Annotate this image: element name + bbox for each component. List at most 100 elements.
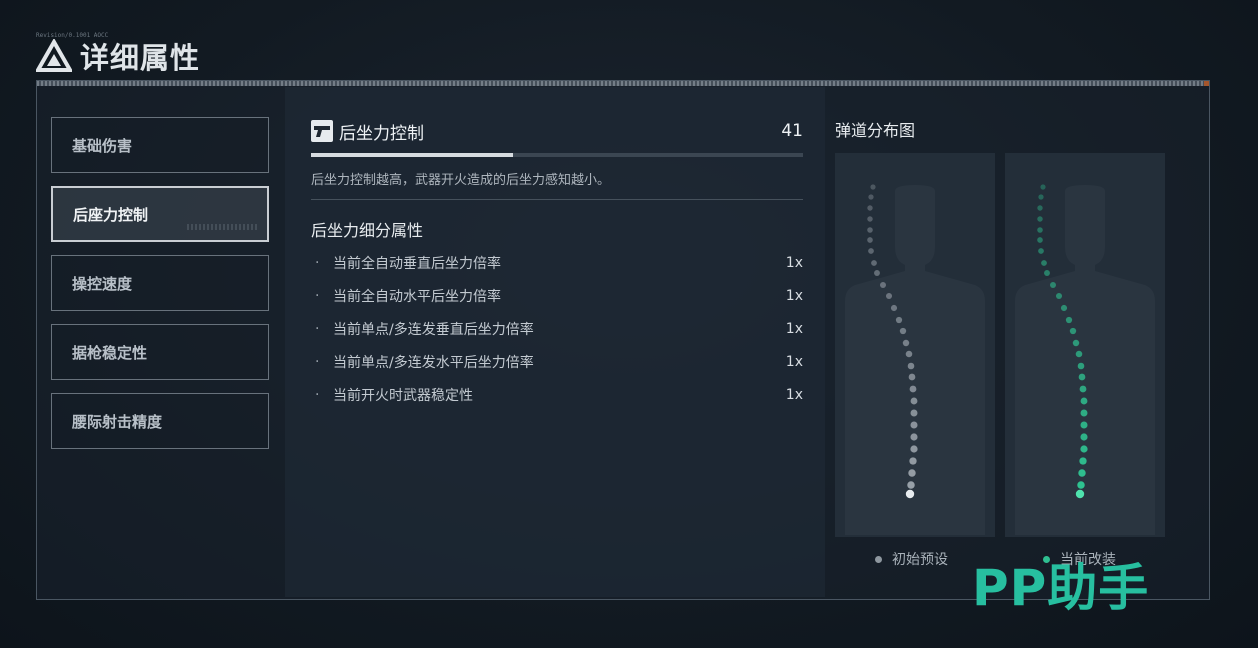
sidebar-item-recoil-control[interactable]: 后座力控制 [51,186,269,242]
impact-dot [1069,327,1077,335]
attribute-progress-bar [311,153,803,157]
sub-attribute-label: 当前全自动水平后坐力倍率 [333,289,501,305]
bullet: · [315,321,320,337]
impact-dot [910,409,918,417]
sub-attribute-row: · 当前单点/多连发垂直后坐力倍率 1x [315,319,803,339]
attribute-value: 41 [781,121,803,141]
impact-dot [910,445,918,453]
impact-dot [1040,184,1046,190]
impact-dot [867,227,873,233]
attribute-detail-panel: 后坐力控制 41 后坐力控制越高，武器开火造成的后坐力感知越小。 后坐力细分属性… [285,87,825,597]
sub-attribute-label: 当前单点/多连发垂直后坐力倍率 [333,322,534,338]
impact-dot [909,457,917,465]
impact-dot [1080,421,1088,429]
sub-attribute-value: 1x [785,387,803,403]
impact-dot [1060,304,1068,312]
impact-dot [1037,205,1043,211]
impact-dot [1080,433,1088,441]
impact-dot [1041,260,1047,266]
impact-dot [1037,227,1043,233]
sidebar-item-aim-stability[interactable]: 据枪稳定性 [51,324,269,380]
impact-dot [910,421,918,429]
impact-dot [909,385,917,393]
watermark-logo: PP助手 [972,559,1150,617]
impact-dot [867,237,873,243]
impact-dot-final [1075,489,1085,499]
impact-dot [1038,248,1044,254]
impact-dot [1079,457,1087,465]
impact-dot [1075,350,1083,358]
legend-default: 初始预设 [875,549,948,569]
sidebar-item-label: 后座力控制 [73,205,149,224]
impact-dot [885,292,893,300]
impact-dot [1080,409,1088,417]
pistol-icon [311,120,333,142]
impact-dot [1079,385,1087,393]
header-tiny-text: Revision/0.1001 AOCC [36,32,109,39]
sidebar: 基础伤害 后座力控制 操控速度 据枪稳定性 腰际射击精度 [37,87,285,597]
sidebar-item-handling-speed[interactable]: 操控速度 [51,255,269,311]
impact-dot [880,282,886,288]
impact-dot [908,469,916,477]
sub-attributes-title: 后坐力细分属性 [311,221,424,240]
impact-dot [1037,216,1043,222]
attribute-header: 后坐力控制 41 [311,117,803,145]
impact-dot [1078,373,1086,381]
detail-frame: 基础伤害 后座力控制 操控速度 据枪稳定性 腰际射击精度 后坐力控制 41 后坐… [36,80,1210,600]
sub-attribute-row: · 当前全自动水平后坐力倍率 1x [315,286,803,306]
impact-dot [870,184,876,190]
impact-dot [868,248,874,254]
impact-dot [1065,316,1073,324]
impact-dot [1044,270,1050,276]
sub-attribute-value: 1x [785,321,803,337]
legend-dot-icon [875,555,882,563]
sidebar-item-label: 基础伤害 [72,136,133,155]
page-title: 详细属性 [80,41,201,75]
impact-dot-final [905,489,915,499]
bullet: · [315,354,320,370]
impact-dot [1077,481,1085,489]
impact-dot [899,327,907,335]
sub-attribute-label: 当前单点/多连发水平后坐力倍率 [333,355,534,371]
impact-dot [907,362,915,370]
page-header: Revision/0.1001 AOCC 详细属性 [36,32,201,78]
impact-dot [907,481,915,489]
impact-dot [895,316,903,324]
sub-attribute-row: · 当前单点/多连发水平后坐力倍率 1x [315,352,803,372]
bullet: · [315,288,320,304]
impact-dot [868,194,874,200]
sub-attribute-value: 1x [785,255,803,271]
triangle-logo-icon [36,39,72,72]
sub-attribute-label: 当前全自动垂直后坐力倍率 [333,256,501,272]
impact-dot [910,433,918,441]
attribute-progress-fill [311,153,513,157]
legend-label: 初始预设 [892,552,948,568]
impact-dot [867,216,873,222]
impact-dot [1050,282,1056,288]
impact-dot [910,397,918,405]
impact-dot [902,339,910,347]
impact-dot [890,304,898,312]
impact-dot [1080,445,1088,453]
impact-dot [1038,194,1044,200]
ballistics-panel: 弹道分布图 初始预设 当前改装 [825,87,1207,597]
impact-dot [867,205,873,211]
ballistics-chart [835,153,1165,537]
sub-attribute-value: 1x [785,288,803,304]
impact-dot [1080,397,1088,405]
attribute-description: 后坐力控制越高，武器开火造成的后坐力感知越小。 [311,173,611,188]
sidebar-item-label: 腰际射击精度 [72,412,163,431]
impact-dot [871,260,877,266]
ballistics-title: 弹道分布图 [835,121,916,140]
attribute-name: 后坐力控制 [339,123,424,144]
impact-dot [874,270,880,276]
sub-attribute-label: 当前开火时武器稳定性 [333,388,473,404]
impact-dot [1072,339,1080,347]
decorative-stripes [187,224,257,230]
sidebar-item-base-damage[interactable]: 基础伤害 [51,117,269,173]
sub-attribute-row: · 当前开火时武器稳定性 1x [315,385,803,405]
sub-attribute-row: · 当前全自动垂直后坐力倍率 1x [315,253,803,273]
sidebar-item-label: 操控速度 [72,274,133,293]
sidebar-item-hipfire-accuracy[interactable]: 腰际射击精度 [51,393,269,449]
impact-dot [1077,362,1085,370]
